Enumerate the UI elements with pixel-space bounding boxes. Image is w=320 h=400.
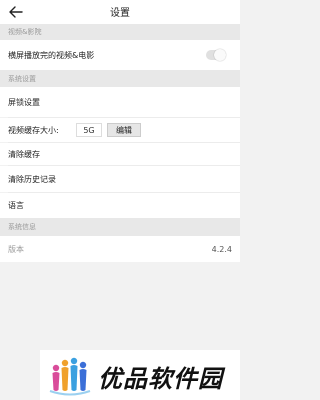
version-value: 4.2.4 [211,244,232,254]
landscape-playback-label: 横屏播放完的视频&电影 [8,50,95,60]
watermark: 优品软件园 [40,350,240,400]
landscape-playback-toggle[interactable] [206,49,226,61]
watermark-text: 优品软件园 [98,365,223,393]
landscape-playback-row[interactable]: 横屏播放完的视频&电影 [0,40,240,70]
section-header-info: 系统信息 [0,218,240,236]
clear-history-row[interactable]: 清除历史记录 [0,166,240,192]
page-title: 设置 [110,8,130,19]
section-header-system: 系统设置 [0,70,240,87]
clear-cache-row[interactable]: 清除缓存 [0,143,240,165]
watermark-logo-icon [49,357,91,396]
version-row: 版本 4.2.4 [0,236,240,262]
lockscreen-settings-label: 屏锁设置 [8,97,40,107]
cache-size-field[interactable]: 5G [76,123,102,137]
lockscreen-settings-row[interactable]: 屏锁设置 [0,87,240,117]
cache-size-label: 视频缓存大小: [8,125,59,135]
toggle-knob [214,49,226,61]
clear-cache-label: 清除缓存 [8,149,40,159]
language-label: 语言 [8,201,24,210]
edit-button[interactable]: 编辑 [107,123,141,137]
version-label: 版本 [8,244,24,254]
cache-size-row: 视频缓存大小: 5G 编辑 [0,118,240,142]
section-header-video: 视频&影院 [0,24,240,40]
clear-history-label: 清除历史记录 [8,174,56,184]
language-row[interactable]: 语言 [0,193,240,218]
title-bar: 设置 [0,0,240,24]
